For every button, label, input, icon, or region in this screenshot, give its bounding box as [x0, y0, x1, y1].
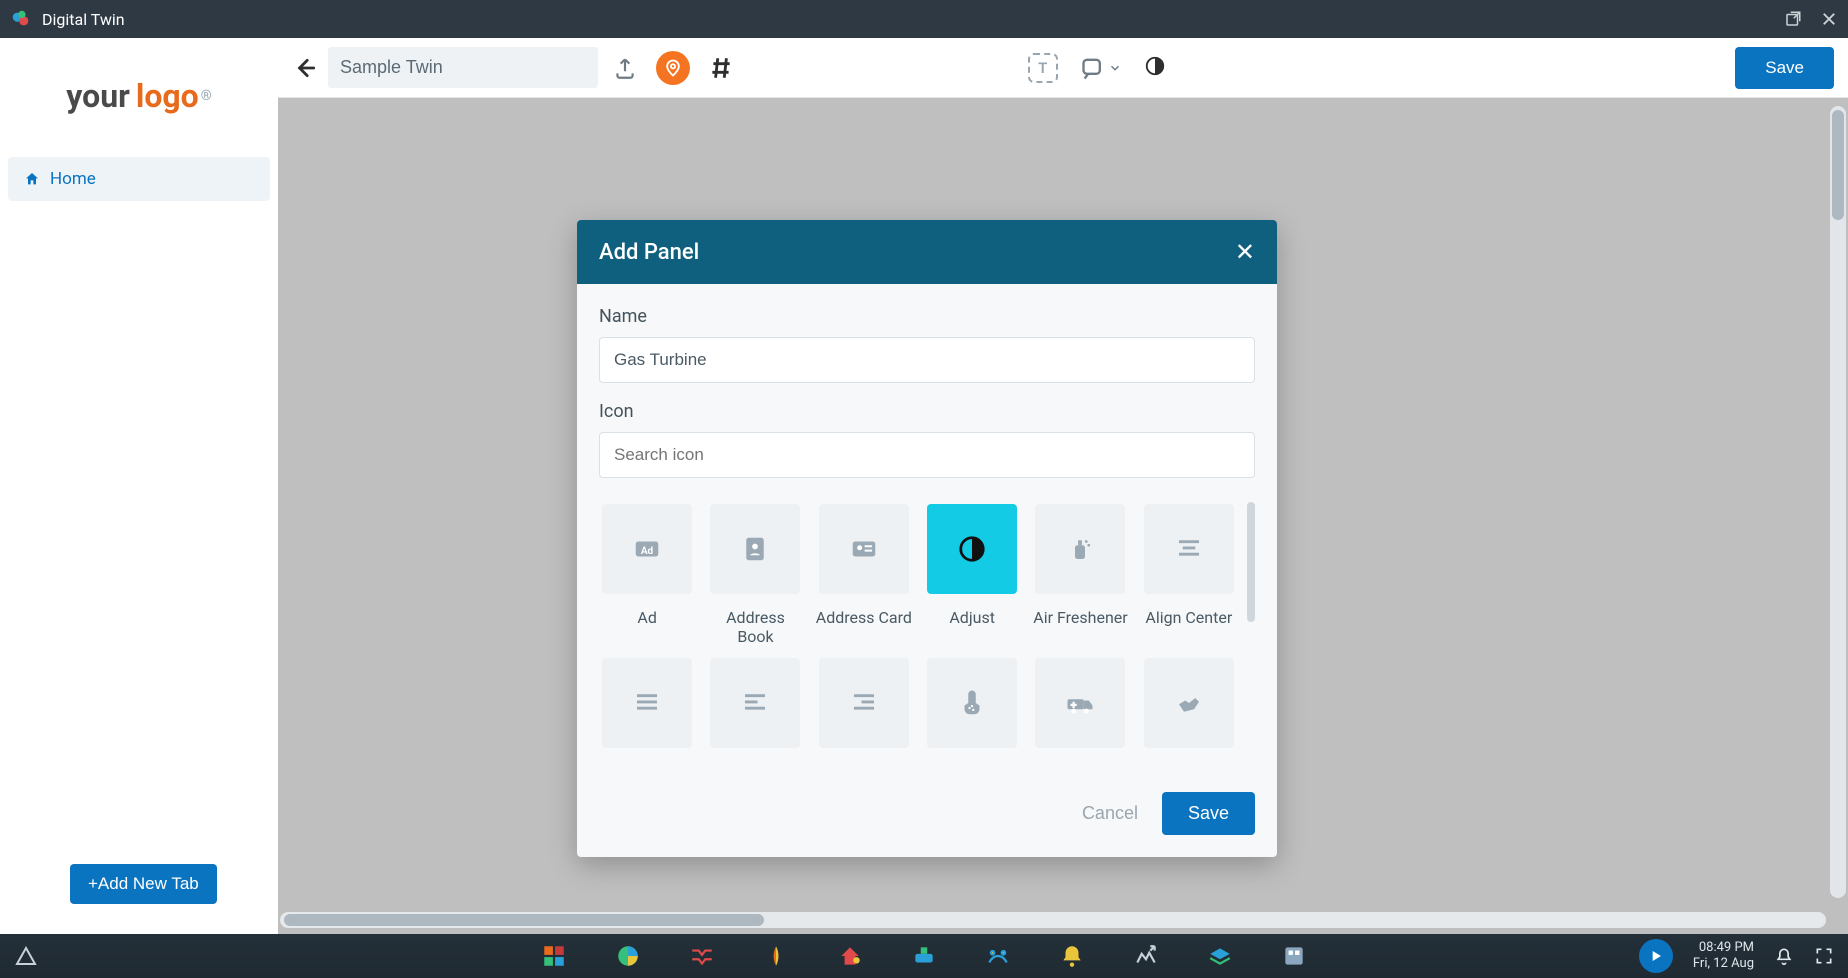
icon-grid-scroll[interactable]: Ad Address Book Address Card Adjust Air Fres… — [599, 496, 1255, 764]
close-icon[interactable]: ✕ — [1235, 238, 1255, 266]
ambulance-icon[interactable] — [1035, 658, 1125, 748]
taskbar-apps — [541, 943, 1307, 969]
icon-option-label: Align Right — [825, 762, 902, 764]
clock-time: 08:49 PM — [1693, 940, 1754, 956]
icon-field-label: Icon — [599, 401, 1255, 422]
icon-option-label: Align Left — [722, 762, 790, 764]
icon-option-label: Align Justify — [603, 762, 691, 764]
app-frame: your logo ® Home +Add New Tab — [0, 38, 1848, 934]
modal-title: Add Panel — [599, 240, 699, 265]
notifications-icon[interactable] — [1774, 946, 1794, 966]
icon-option-label: American Sign Language — [1141, 762, 1237, 764]
ad-icon[interactable] — [602, 504, 692, 594]
app-logo-icon — [10, 8, 32, 30]
icon-option-label: Ad — [637, 608, 656, 627]
icon-option-label: Air Freshener — [1033, 608, 1127, 627]
popout-icon[interactable] — [1784, 10, 1802, 28]
add-panel-modal: Add Panel ✕ Name Icon Ad Address Book Addr… — [577, 220, 1277, 857]
clock-date: Fri, 12 Aug — [1693, 956, 1754, 972]
icon-option-align-justify[interactable]: Align Justify — [599, 658, 695, 764]
icon-option-allergies[interactable]: Allergies — [924, 658, 1020, 764]
taskbar-app-7-icon[interactable] — [985, 943, 1011, 969]
icon-option-align-right[interactable]: Align Right — [816, 658, 912, 764]
modal-header: Add Panel ✕ — [577, 220, 1277, 284]
address-card-icon[interactable] — [819, 504, 909, 594]
fullscreen-icon[interactable] — [1814, 946, 1834, 966]
window-title: Digital Twin — [42, 10, 125, 29]
launcher-icon[interactable] — [14, 944, 38, 968]
icon-option-air-freshener[interactable]: Air Freshener — [1032, 504, 1128, 646]
icon-option-label: Allergies — [941, 762, 1003, 764]
icon-option-adjust[interactable]: Adjust — [924, 504, 1020, 646]
icon-search-input[interactable] — [599, 432, 1255, 478]
icon-option-ambulance[interactable]: Ambulance — [1032, 658, 1128, 764]
taskbar-app-1-icon[interactable] — [541, 943, 567, 969]
taskbar-app-3-icon[interactable] — [689, 943, 715, 969]
address-book-icon[interactable] — [710, 504, 800, 594]
window-titlebar: Digital Twin — [0, 0, 1848, 38]
align-justify-icon[interactable] — [602, 658, 692, 748]
icon-option-label: Address Book — [707, 608, 803, 646]
icon-option-align-left[interactable]: Align Left — [707, 658, 803, 764]
taskbar-app-10-icon[interactable] — [1207, 943, 1233, 969]
air-freshener-icon[interactable] — [1035, 504, 1125, 594]
icon-option-label: Adjust — [949, 608, 995, 627]
icon-option-label: Address Card — [816, 608, 912, 627]
taskbar-app-5-icon[interactable] — [837, 943, 863, 969]
clock: 08:49 PM Fri, 12 Aug — [1693, 940, 1754, 971]
adjust-icon[interactable] — [927, 504, 1017, 594]
allergies-icon[interactable] — [927, 658, 1017, 748]
modal-footer: Cancel Save — [577, 774, 1277, 857]
icon-option-address-book[interactable]: Address Book — [707, 504, 803, 646]
asl-icon[interactable] — [1144, 658, 1234, 748]
tray-brand-icon[interactable] — [1639, 939, 1673, 973]
align-center-icon[interactable] — [1144, 504, 1234, 594]
icon-option-label: Align Center — [1145, 608, 1232, 627]
icon-option-label: Ambulance — [1040, 762, 1121, 764]
os-taskbar: 08:49 PM Fri, 12 Aug — [0, 934, 1848, 978]
icon-option-asl[interactable]: American Sign Language — [1141, 658, 1237, 764]
icon-option-ad[interactable]: Ad — [599, 504, 695, 646]
system-tray: 08:49 PM Fri, 12 Aug — [1639, 939, 1834, 973]
taskbar-app-9-icon[interactable] — [1133, 943, 1159, 969]
taskbar-app-4-icon[interactable] — [763, 943, 789, 969]
align-left-icon[interactable] — [710, 658, 800, 748]
taskbar-app-2-icon[interactable] — [615, 943, 641, 969]
save-button[interactable]: Save — [1162, 792, 1255, 835]
cancel-button[interactable]: Cancel — [1082, 803, 1138, 824]
taskbar-app-6-icon[interactable] — [911, 943, 937, 969]
name-field-label: Name — [599, 306, 1255, 327]
taskbar-app-11-icon[interactable] — [1281, 943, 1307, 969]
panel-name-input[interactable] — [599, 337, 1255, 383]
taskbar-app-8-icon[interactable] — [1059, 943, 1085, 969]
icon-option-align-center[interactable]: Align Center — [1141, 504, 1237, 646]
icon-option-address-card[interactable]: Address Card — [816, 504, 912, 646]
align-right-icon[interactable] — [819, 658, 909, 748]
close-window-icon[interactable] — [1820, 10, 1838, 28]
icon-grid-scrollbar[interactable] — [1247, 502, 1255, 622]
